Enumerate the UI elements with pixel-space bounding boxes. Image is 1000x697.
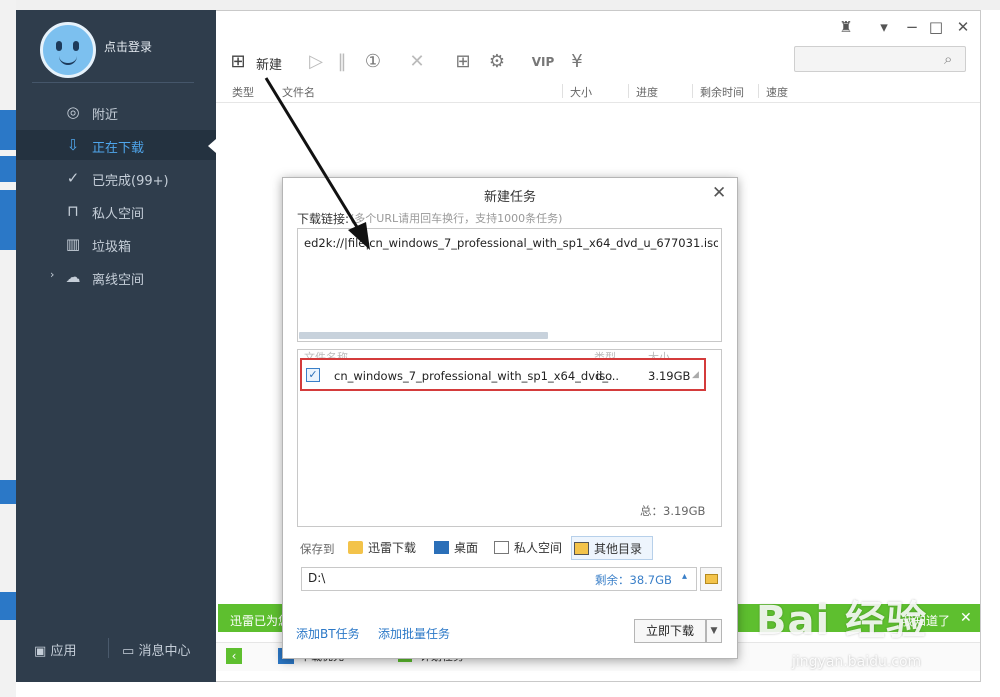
arrow-shaft xyxy=(264,77,362,233)
arrow-head xyxy=(348,222,370,250)
watermark-url: jingyan.baidu.com xyxy=(792,654,922,670)
watermark-logo: Bai 经验 xyxy=(756,598,928,644)
